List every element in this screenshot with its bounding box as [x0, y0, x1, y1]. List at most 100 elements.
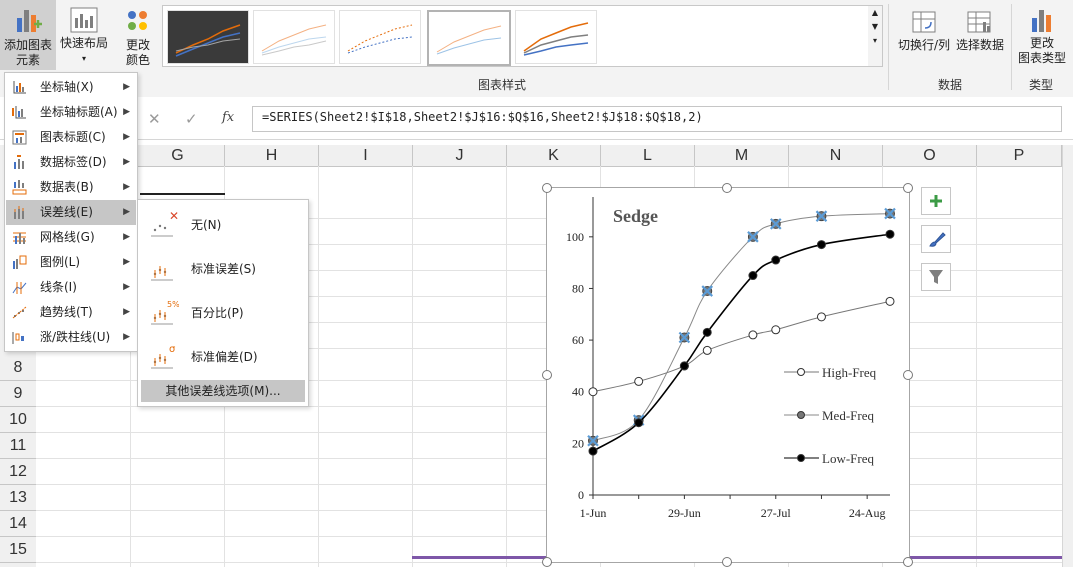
data-point[interactable] [748, 330, 758, 340]
series-line-1[interactable] [592, 213, 891, 442]
switch-row-column-button[interactable]: 切换行/列 [894, 8, 954, 53]
resize-handle[interactable] [542, 370, 552, 380]
chart-style-thumb[interactable] [253, 10, 335, 64]
menu-item-legend[interactable]: 图例(L) ▶ [6, 250, 136, 275]
legend[interactable]: High-Freq Med-Freq Low-Freq [784, 365, 877, 466]
vertical-scrollbar[interactable] [1062, 145, 1073, 567]
resize-handle[interactable] [722, 557, 732, 567]
column-header[interactable]: O [883, 145, 977, 166]
legend-marker [797, 411, 805, 419]
chart-styles-button[interactable] [921, 225, 951, 253]
change-chart-type-button[interactable]: 更改 图表类型 [1014, 6, 1070, 66]
resize-handle[interactable] [542, 557, 552, 567]
add-chart-element-button[interactable]: 添加图表 元素 [0, 0, 56, 70]
line-chart[interactable]: Sedge 0 20 40 60 80 100 1-Jun 29-Jun 27-Jul 24-A… [547, 188, 909, 562]
row-header[interactable]: 8 [0, 355, 36, 381]
error-bars-submenu: ✕ 无(N) 标准误差(S) 5% 百分比(P) σ 标准偏差(D) 其他误差线… [137, 199, 309, 407]
chart-style-thumb[interactable] [515, 10, 597, 64]
column-header[interactable]: P [977, 145, 1062, 166]
error-bars-percentage[interactable]: 5% 百分比(P) [139, 290, 307, 334]
menu-item-axis-titles[interactable]: 坐标轴标题(A) ▶ [6, 100, 136, 125]
data-point[interactable] [748, 271, 758, 281]
data-point[interactable] [702, 327, 712, 337]
error-bars-icon [14, 206, 24, 219]
legend-label: Low-Freq [822, 451, 874, 466]
column-header[interactable]: G [131, 145, 225, 166]
column-header[interactable]: K [507, 145, 601, 166]
styles-scrollbar[interactable]: ▲ ▼ ▾ [868, 5, 883, 67]
data-point[interactable] [771, 255, 781, 265]
data-point[interactable] [771, 325, 781, 335]
resize-handle[interactable] [542, 183, 552, 193]
data-point[interactable] [885, 296, 895, 306]
chart-style-thumb[interactable] [339, 10, 421, 64]
chart-filters-button[interactable] [921, 263, 951, 291]
divider [888, 4, 889, 90]
menu-item-chart-title[interactable]: 图表标题(C) ▶ [6, 125, 136, 150]
row-header[interactable]: 10 [0, 407, 36, 433]
submenu-item-label: 无(N) [191, 218, 222, 232]
resize-handle[interactable] [903, 557, 913, 567]
data-point[interactable] [816, 312, 826, 322]
column-headers: G H I J K L M N O P [0, 145, 1073, 167]
resize-handle[interactable] [903, 370, 913, 380]
error-bars-standard-error[interactable]: 标准误差(S) [139, 246, 307, 290]
select-data-button[interactable]: 选择数据 [954, 8, 1006, 53]
row-header[interactable]: 13 [0, 485, 36, 511]
menu-item-gridlines[interactable]: 网格线(G) ▶ [6, 225, 136, 250]
chart-style-thumb-selected[interactable] [427, 10, 511, 66]
change-colors-button[interactable]: 更改 颜色 [116, 6, 160, 68]
data-point[interactable] [634, 418, 644, 428]
menu-item-lines[interactable]: 线条(I) ▶ [6, 275, 136, 300]
column-header[interactable]: N [789, 145, 883, 166]
menu-item-label: 数据标签(D) [40, 155, 107, 169]
row-header[interactable]: 14 [0, 511, 36, 537]
gridlines-icon [13, 232, 26, 244]
cancel-icon[interactable]: ✕ [148, 110, 161, 128]
gridline [412, 166, 413, 567]
enter-icon[interactable]: ✓ [185, 110, 198, 128]
column-header[interactable]: J [413, 145, 507, 166]
chart-elements-button[interactable] [921, 187, 951, 215]
submenu-arrow-icon: ▶ [123, 157, 130, 167]
more-error-bar-options[interactable]: 其他误差线选项(M)... [141, 380, 305, 402]
column-header[interactable]: H [225, 145, 319, 166]
column-header[interactable]: I [319, 145, 413, 166]
column-header[interactable]: L [601, 145, 695, 166]
error-bars-standard-deviation[interactable]: σ 标准偏差(D) [139, 334, 307, 378]
y-axis[interactable]: 0 20 40 60 80 100 [566, 197, 594, 502]
column-header[interactable]: M [695, 145, 789, 166]
menu-item-axes[interactable]: 坐标轴(X) ▶ [6, 75, 136, 100]
row-header[interactable]: 9 [0, 381, 36, 407]
y-tick-label: 40 [572, 385, 584, 399]
chart-title[interactable]: Sedge [613, 206, 658, 226]
insert-function-icon[interactable]: fx [222, 110, 234, 125]
x-axis[interactable]: 1-Jun 29-Jun 27-Jul 24-Aug [580, 494, 890, 520]
menu-item-label: 网格线(G) [40, 230, 95, 244]
data-point[interactable] [885, 229, 895, 239]
error-bars-none[interactable]: ✕ 无(N) [139, 202, 307, 246]
menu-item-up-down-bars[interactable]: 涨/跌柱线(U) ▶ [6, 325, 136, 350]
quick-layout-button[interactable]: 快速布局 ▾ [58, 6, 110, 66]
resize-handle[interactable] [722, 183, 732, 193]
data-point[interactable] [588, 387, 598, 397]
row-header[interactable]: 12 [0, 459, 36, 485]
row-header[interactable]: 15 [0, 537, 36, 563]
menu-item-data-table[interactable]: 数据表(B) ▶ [6, 175, 136, 200]
menu-item-label: 坐标轴(X) [40, 80, 94, 94]
data-point[interactable] [702, 345, 712, 355]
chart-styles-gallery[interactable] [162, 5, 870, 67]
menu-item-trendline[interactable]: 趋势线(T) ▶ [6, 300, 136, 325]
row-header[interactable]: 11 [0, 433, 36, 459]
data-point[interactable] [634, 376, 644, 386]
data-point[interactable] [679, 361, 689, 371]
menu-item-data-labels[interactable]: 数据标签(D) ▶ [6, 150, 136, 175]
data-point[interactable] [588, 446, 598, 456]
data-point[interactable] [816, 240, 826, 250]
chart-style-thumb[interactable] [167, 10, 249, 64]
submenu-arrow-icon: ▶ [123, 257, 130, 267]
menu-item-error-bars[interactable]: 误差线(E) ▶ [6, 200, 136, 225]
chart-area[interactable]: Sedge 0 20 40 60 80 100 1-Jun 29-Jun 27-Jul 24-A… [546, 187, 910, 563]
submenu-arrow-icon: ▶ [123, 182, 130, 192]
resize-handle[interactable] [903, 183, 913, 193]
